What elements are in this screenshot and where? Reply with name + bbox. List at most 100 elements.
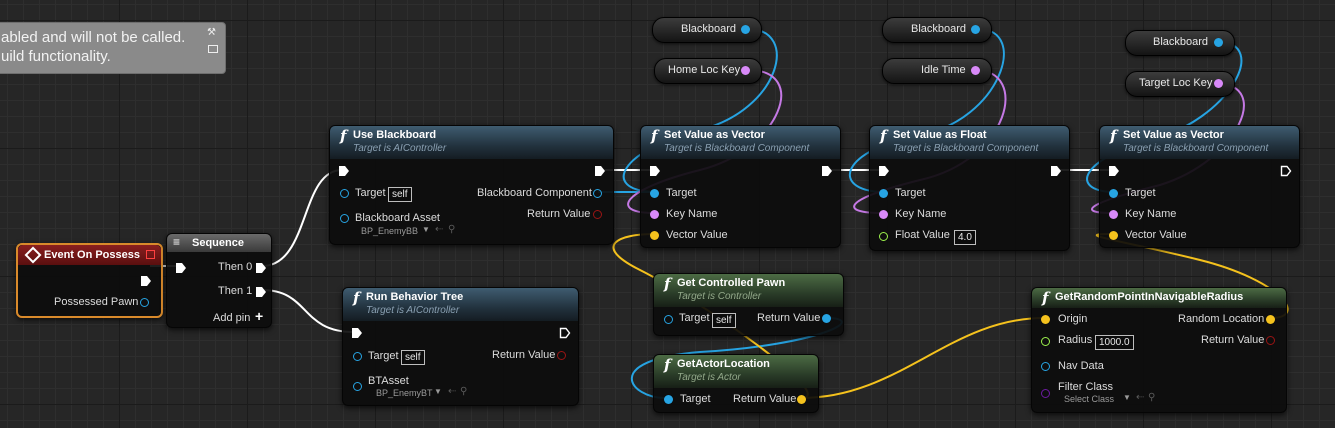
target-pin[interactable] [353, 352, 362, 361]
get-controlled-pawn-node[interactable]: f Get Controlled Pawn Target is Controll… [653, 273, 844, 336]
run-behavior-tree-node[interactable]: f Run Behavior Tree Target is AIControll… [342, 287, 579, 406]
nav-data-pin[interactable] [1041, 362, 1050, 371]
var-out-pin[interactable] [1214, 79, 1223, 88]
set-value-as-vector-node-1[interactable]: f Set Value as Vector Target is Blackboa… [640, 125, 841, 248]
function-icon: f [664, 275, 671, 293]
target-label: Target [1125, 187, 1156, 199]
browse-arrow-icon[interactable]: ⇠ [1136, 392, 1144, 403]
blackboard-asset-pin[interactable] [340, 214, 349, 223]
var-label: Home Loc Key [668, 64, 741, 76]
return-value-pin[interactable] [822, 314, 831, 323]
node-header: f Set Value as Float Target is Blackboar… [870, 126, 1069, 159]
function-icon: f [353, 289, 360, 307]
var-out-pin[interactable] [741, 25, 750, 34]
vector-value-pin[interactable] [650, 231, 659, 240]
search-icon[interactable]: ⚲ [448, 224, 455, 235]
return-value-pin[interactable] [593, 210, 602, 219]
node-subtitle: Target is AIController [353, 143, 447, 154]
target-pin[interactable] [1109, 189, 1118, 198]
key-name-pin[interactable] [650, 210, 659, 219]
node-title: Get Controlled Pawn [677, 277, 786, 289]
btasset-combo[interactable]: BP_EnemyBT [376, 388, 433, 398]
float-value-input[interactable]: 4.0 [954, 230, 976, 245]
origin-pin[interactable] [1041, 315, 1050, 324]
btasset-pin[interactable] [353, 382, 362, 391]
set-value-as-float-node[interactable]: f Set Value as Float Target is Blackboar… [869, 125, 1070, 251]
radius-input[interactable]: 1000.0 [1095, 335, 1134, 350]
return-value-pin[interactable] [797, 395, 806, 404]
target-pin[interactable] [664, 395, 673, 404]
var-out-pin[interactable] [1214, 38, 1223, 47]
target-pin[interactable] [340, 189, 349, 198]
add-pin-label[interactable]: Add pin [213, 312, 250, 324]
target-loc-key-var[interactable]: Target Loc Key [1125, 71, 1235, 97]
search-icon[interactable]: ⚲ [460, 386, 467, 397]
radius-pin[interactable] [1041, 337, 1050, 346]
btasset-label: BTAsset [368, 375, 409, 387]
browse-arrow-icon[interactable]: ⇠ [435, 224, 443, 235]
target-self-field[interactable]: self [712, 313, 736, 328]
key-name-pin[interactable] [1109, 210, 1118, 219]
radius-label: Radius [1058, 334, 1093, 346]
key-name-label: Key Name [1125, 208, 1177, 220]
target-pin[interactable] [879, 189, 888, 198]
var-out-pin[interactable] [971, 25, 980, 34]
node-header: f Get Controlled Pawn Target is Controll… [654, 274, 843, 307]
chevron-down-icon[interactable]: ▼ [422, 225, 430, 234]
home-loc-key-var[interactable]: Home Loc Key [654, 58, 762, 84]
return-value-pin[interactable] [1266, 336, 1275, 345]
blackboard-component-pin[interactable] [593, 189, 602, 198]
plus-icon[interactable]: + [255, 308, 263, 324]
node-header: Event On Possess [18, 245, 161, 265]
node-header: ≡ Sequence [167, 234, 271, 252]
use-blackboard-node[interactable]: f Use Blackboard Target is AIController … [329, 125, 614, 245]
var-label: Blackboard [681, 23, 737, 35]
target-label: Target [355, 187, 386, 199]
target-pin[interactable] [650, 189, 659, 198]
target-pin[interactable] [664, 315, 673, 324]
filter-class-combo[interactable]: Select Class [1064, 394, 1114, 404]
blackboard-var-3[interactable]: Blackboard [1125, 30, 1235, 56]
target-label: Target [895, 187, 926, 199]
key-name-pin[interactable] [879, 210, 888, 219]
node-title: GetRandomPointInNavigableRadius [1055, 291, 1244, 303]
var-out-pin[interactable] [971, 66, 980, 75]
return-value-pin[interactable] [557, 351, 566, 360]
target-self-field[interactable]: self [401, 350, 425, 365]
get-actor-location-node[interactable]: f GetActorLocation Target is Actor Targe… [653, 354, 819, 413]
asset-combo[interactable]: BP_EnemyBB [361, 226, 418, 236]
blackboard-var-2[interactable]: Blackboard [882, 17, 992, 43]
vector-value-pin[interactable] [1109, 231, 1118, 240]
filter-class-label: Filter Class [1058, 381, 1114, 393]
then-1-label: Then 1 [218, 285, 253, 297]
node-header: f Run Behavior Tree Target is AIControll… [343, 288, 578, 321]
function-icon: f [340, 127, 347, 145]
set-value-as-vector-node-2[interactable]: f Set Value as Vector Target is Blackboa… [1099, 125, 1300, 248]
search-icon[interactable]: ⚲ [1148, 392, 1155, 403]
get-random-point-node[interactable]: f GetRandomPointInNavigableRadius Origin… [1031, 287, 1287, 413]
random-location-label: Random Location [1178, 313, 1265, 325]
browse-arrow-icon[interactable]: ⇠ [448, 386, 456, 397]
float-value-pin[interactable] [879, 232, 888, 241]
random-location-pin[interactable] [1266, 315, 1275, 324]
node-subtitle: Target is Blackboard Component [893, 143, 1039, 154]
chevron-down-icon[interactable]: ▼ [434, 387, 442, 396]
node-subtitle: Target is Actor [677, 372, 741, 383]
nav-data-label: Nav Data [1058, 360, 1104, 372]
blackboard-var-1[interactable]: Blackboard [652, 17, 762, 43]
node-title: Run Behavior Tree [366, 291, 464, 303]
filter-class-pin[interactable] [1041, 389, 1050, 398]
event-on-possess-node[interactable]: Event On Possess Possessed Pawn [16, 243, 163, 318]
function-icon: f [880, 127, 887, 145]
delegate-pin[interactable] [146, 250, 155, 259]
var-out-pin[interactable] [741, 66, 750, 75]
node-subtitle: Target is Blackboard Component [664, 143, 810, 154]
target-self-field[interactable]: self [388, 187, 412, 202]
node-subtitle: Target is Blackboard Component [1123, 143, 1269, 154]
possessed-pawn-pin[interactable] [140, 298, 149, 307]
idle-time-var[interactable]: Idle Time [882, 58, 992, 84]
return-value-label: Return Value [1201, 334, 1265, 346]
sequence-node[interactable]: ≡ Sequence Then 0 Then 1 Add pin + [166, 233, 272, 328]
key-name-label: Key Name [666, 208, 718, 220]
chevron-down-icon[interactable]: ▼ [1123, 393, 1131, 402]
